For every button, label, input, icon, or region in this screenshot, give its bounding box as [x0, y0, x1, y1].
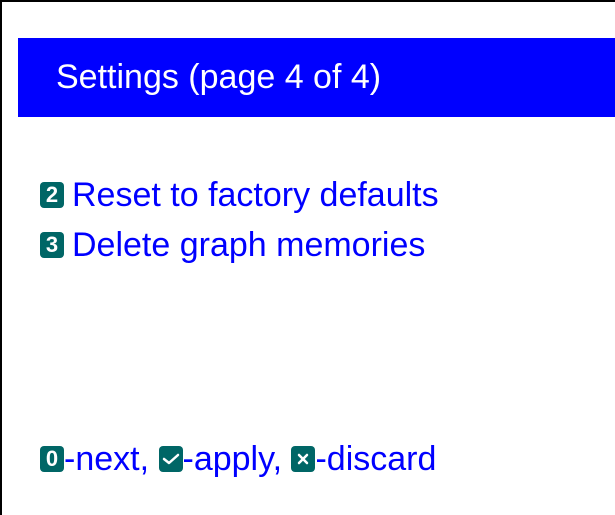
page-title: Settings (page 4 of 4) [18, 38, 615, 117]
menu-item-label: Reset to factory defaults [72, 175, 439, 214]
menu-item-label: Delete graph memories [72, 225, 426, 264]
next-label: -next, [64, 439, 150, 478]
key-0-badge: 0 [40, 446, 64, 472]
check-icon [158, 446, 183, 472]
key-2-badge: 2 [40, 182, 64, 208]
x-icon [291, 446, 316, 472]
apply-label: -apply, [182, 439, 283, 478]
menu-item-delete-graph-memories[interactable]: 3 Delete graph memories [40, 220, 439, 270]
apply-hint[interactable]: -apply, [158, 439, 283, 479]
menu-item-reset-defaults[interactable]: 2 Reset to factory defaults [40, 170, 439, 220]
key-3-badge: 3 [40, 232, 64, 258]
key-hint-footer: 0 -next, -apply, -discard [40, 434, 436, 484]
settings-menu: 2 Reset to factory defaults 3 Delete gra… [40, 170, 439, 270]
device-screen: Settings (page 4 of 4) 2 Reset to factor… [0, 0, 615, 515]
discard-hint[interactable]: -discard [291, 440, 436, 479]
next-hint[interactable]: 0 -next, [40, 440, 149, 479]
discard-label: -discard [315, 439, 437, 478]
